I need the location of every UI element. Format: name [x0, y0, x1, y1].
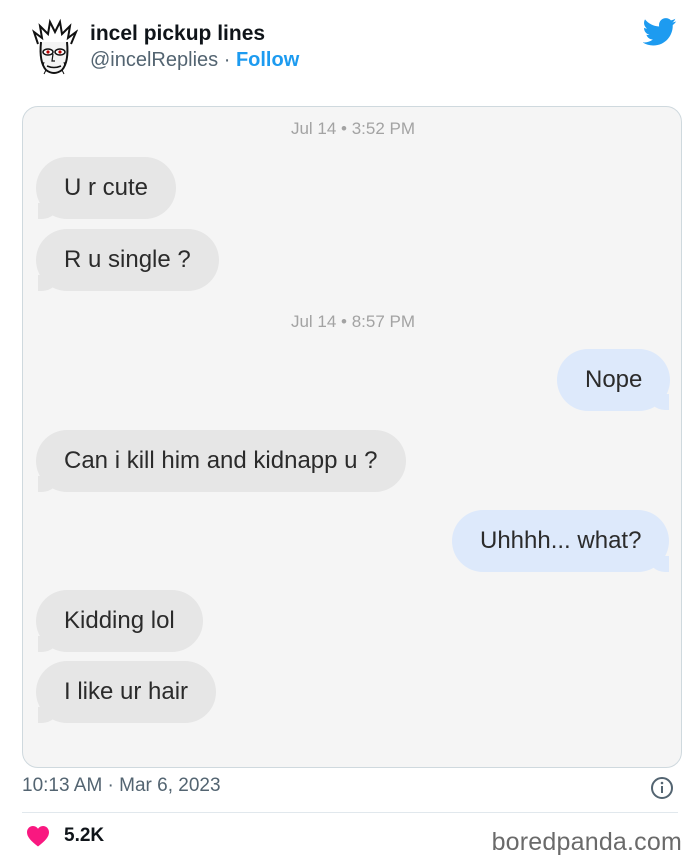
message-bubble-outgoing: Uhhhh... what? [452, 510, 670, 572]
avatar[interactable] [24, 18, 84, 78]
tweet-timestamp[interactable]: 10:13 AM · Mar 6, 2023 [22, 775, 221, 797]
like-count[interactable]: 5.2K [64, 825, 104, 847]
message-bubble-incoming: R u single ? [36, 229, 219, 291]
chat-screenshot: Jul 14 • 3:52 PM U r cute R u single ? J… [22, 106, 682, 768]
avatar-drawing [24, 18, 84, 78]
message-bubble-incoming: U r cute [36, 157, 177, 219]
twitter-bird-icon[interactable] [643, 18, 677, 46]
message-bubble-outgoing: Nope [557, 349, 671, 411]
chat-timestamp: Jul 14 • 8:57 PM [290, 312, 416, 331]
message-bubble-incoming: Kidding lol [36, 590, 203, 652]
user-handle[interactable]: @incelReplies [90, 49, 218, 71]
chat-timestamp: Jul 14 • 3:52 PM [290, 119, 416, 138]
handle-row: @incelReplies · Follow [90, 49, 299, 72]
heart-icon[interactable] [26, 825, 50, 847]
info-icon[interactable] [650, 776, 674, 800]
watermark: boredpanda.com [491, 828, 682, 856]
tweet-header: incel pickup lines @incelReplies · Follo… [0, 0, 700, 100]
follow-button[interactable]: Follow [236, 49, 299, 71]
handle-separator: · [223, 49, 231, 71]
message-bubble-incoming: Can i kill him and kidnapp u ? [36, 430, 406, 492]
divider [22, 812, 678, 813]
message-bubble-incoming: I like ur hair [36, 661, 217, 723]
display-name[interactable]: incel pickup lines [90, 22, 265, 46]
